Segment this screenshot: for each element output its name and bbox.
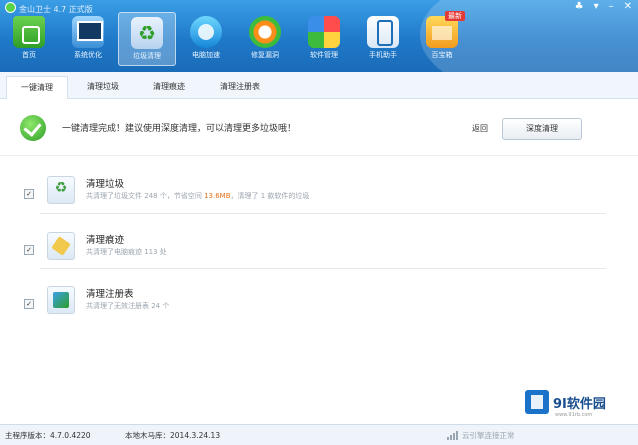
tab-clean-traces[interactable]: 清理痕迹 [138,76,200,98]
software-icon [308,16,340,48]
version-text: 主程序版本：4.7.0.4220 [5,431,91,440]
item-summary: 共清理了无效注册表 24 个 [86,302,170,310]
nav-item-clean[interactable]: 垃圾清理 [118,12,176,66]
nav-label: 百宝箱 [431,51,453,59]
nav-item-repair[interactable]: 修复漏洞 [236,12,294,66]
status-row: 一键清理完成！建议使用深度清理，可以清理更多垃圾哦！ 返回 深度清理 [0,99,638,156]
nav-item-toolbox[interactable]: 百宝箱 最新 [413,11,471,66]
nav-label: 手机助手 [369,51,397,59]
new-badge: 最新 [445,11,465,21]
repair-icon [249,16,281,48]
nav-label: 系统优化 [74,51,102,59]
tab-clean-registry[interactable]: 清理注册表 [204,76,276,98]
tab-bar: 一键清理 清理垃圾 清理痕迹 清理注册表 [0,72,638,99]
nav-label: 软件管理 [310,51,338,59]
main-nav: 首页 系统优化 垃圾清理 电脑加速 修复漏洞 软件管理 [0,11,480,68]
registry-icon [47,286,75,314]
watermark-logo-icon [525,390,549,414]
divider [40,213,606,214]
trojan-db-text: 本地木马库：2014.3.24.13 [125,431,221,440]
watermark-brand: 9I软件园 [553,396,606,412]
status-bar: 主程序版本：4.7.0.4220 本地木马库：2014.3.24.13 云引擎连… [0,424,638,445]
signal-icon [447,431,458,440]
close-icon[interactable]: ✕ [624,1,632,13]
cloud-status-text: 云引擎连接正常 [462,431,515,440]
menu-icon[interactable]: ▾ [594,1,599,13]
header: 金山卫士 4.7 正式版 ♣ ▾ – ✕ 首页 系统优化 垃圾清理 电脑加速 [0,0,638,100]
summary-suffix: ，清理了 1 款软件的垃圾 [230,192,310,200]
nav-item-optimize[interactable]: 系统优化 [59,12,117,66]
nav-label: 修复漏洞 [251,51,279,59]
app-window: 金山卫士 4.7 正式版 ♣ ▾ – ✕ 首页 系统优化 垃圾清理 电脑加速 [0,0,638,445]
item-title: 清理痕迹 [86,235,125,246]
tab-clean-junk[interactable]: 清理垃圾 [72,76,134,98]
nav-item-phone[interactable]: 手机助手 [354,12,412,66]
summary-mid: ，节省空间 [166,192,202,200]
watermark-url: www.91rb.com [555,412,593,418]
check-circle-icon [20,115,46,141]
speedup-icon [190,16,222,48]
summary-prefix: 共清理了垃圾文件 [86,192,142,200]
watermark: 9I软件园 [525,390,606,414]
registry-checkbox[interactable]: ✓ [24,299,34,309]
nav-item-speedup[interactable]: 电脑加速 [177,12,235,66]
tab-one-click-clean[interactable]: 一键清理 [6,76,68,99]
recycle-bin-icon [131,17,163,49]
junk-checkbox[interactable]: ✓ [24,189,34,199]
item-title: 清理垃圾 [86,179,125,190]
recycle-icon [47,176,75,204]
item-summary: 共清理了垃圾文件 248 个，节省空间 13.6MB，清理了 1 款软件的垃圾 [86,191,309,201]
window-controls: ♣ ▾ – ✕ [575,1,632,13]
status-message: 一键清理完成！建议使用深度清理，可以清理更多垃圾哦！ [62,124,297,134]
nav-label: 电脑加速 [192,51,220,59]
nav-item-software[interactable]: 软件管理 [295,12,353,66]
summary-count: 248 个 [144,192,167,200]
back-link[interactable]: 返回 [472,123,488,134]
traces-checkbox[interactable]: ✓ [24,245,34,255]
summary-size: 13.6MB [204,192,231,200]
home-shield-icon [13,16,45,48]
divider [40,268,606,269]
phone-icon [367,16,399,48]
minimize-icon[interactable]: – [609,1,614,13]
monitor-icon [72,16,104,48]
result-item-registry: ✓ 清理注册表 共清理了无效注册表 24 个 [0,280,638,335]
skin-icon[interactable]: ♣ [575,1,584,13]
eraser-icon [47,232,75,260]
result-item-junk: ✓ 清理垃圾 共清理了垃圾文件 248 个，节省空间 13.6MB，清理了 1 … [0,170,638,225]
item-title: 清理注册表 [86,289,134,300]
deep-clean-button[interactable]: 深度清理 [502,118,582,140]
nav-item-home[interactable]: 首页 [0,12,58,66]
result-item-traces: ✓ 清理痕迹 共清理了电脑痕迹 113 处 [0,226,638,281]
item-summary: 共清理了电脑痕迹 113 处 [86,248,167,256]
nav-label: 垃圾清理 [133,52,161,60]
nav-label: 首页 [22,51,36,59]
